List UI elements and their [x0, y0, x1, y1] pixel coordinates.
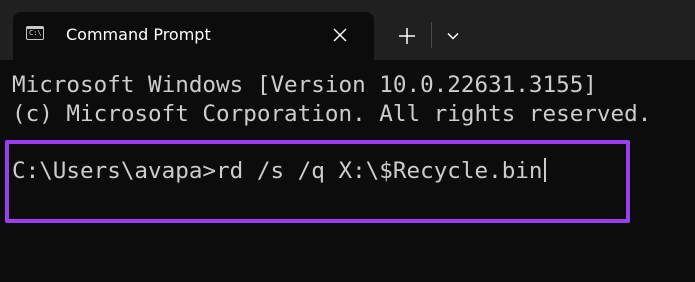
command-prompt-icon-glyph: C:\	[29, 29, 42, 37]
tab-divider	[431, 22, 432, 48]
close-icon[interactable]	[329, 24, 351, 46]
version-line: Microsoft Windows [Version 10.0.22631.31…	[12, 72, 597, 98]
chevron-down-icon[interactable]	[442, 25, 464, 47]
copyright-line: (c) Microsoft Corporation. All rights re…	[12, 101, 652, 127]
highlight-box	[5, 140, 630, 223]
title-bar: C:\ Command Prompt	[0, 0, 695, 60]
tab-title: Command Prompt	[66, 25, 211, 44]
terminal-window: C:\ Command Prompt Microsoft Windows [Ve…	[0, 0, 695, 282]
tab-command-prompt[interactable]: C:\ Command Prompt	[13, 12, 374, 60]
terminal-output[interactable]: Microsoft Windows [Version 10.0.22631.31…	[0, 60, 695, 282]
command-prompt-icon: C:\	[26, 26, 44, 40]
plus-icon[interactable]	[394, 23, 420, 49]
